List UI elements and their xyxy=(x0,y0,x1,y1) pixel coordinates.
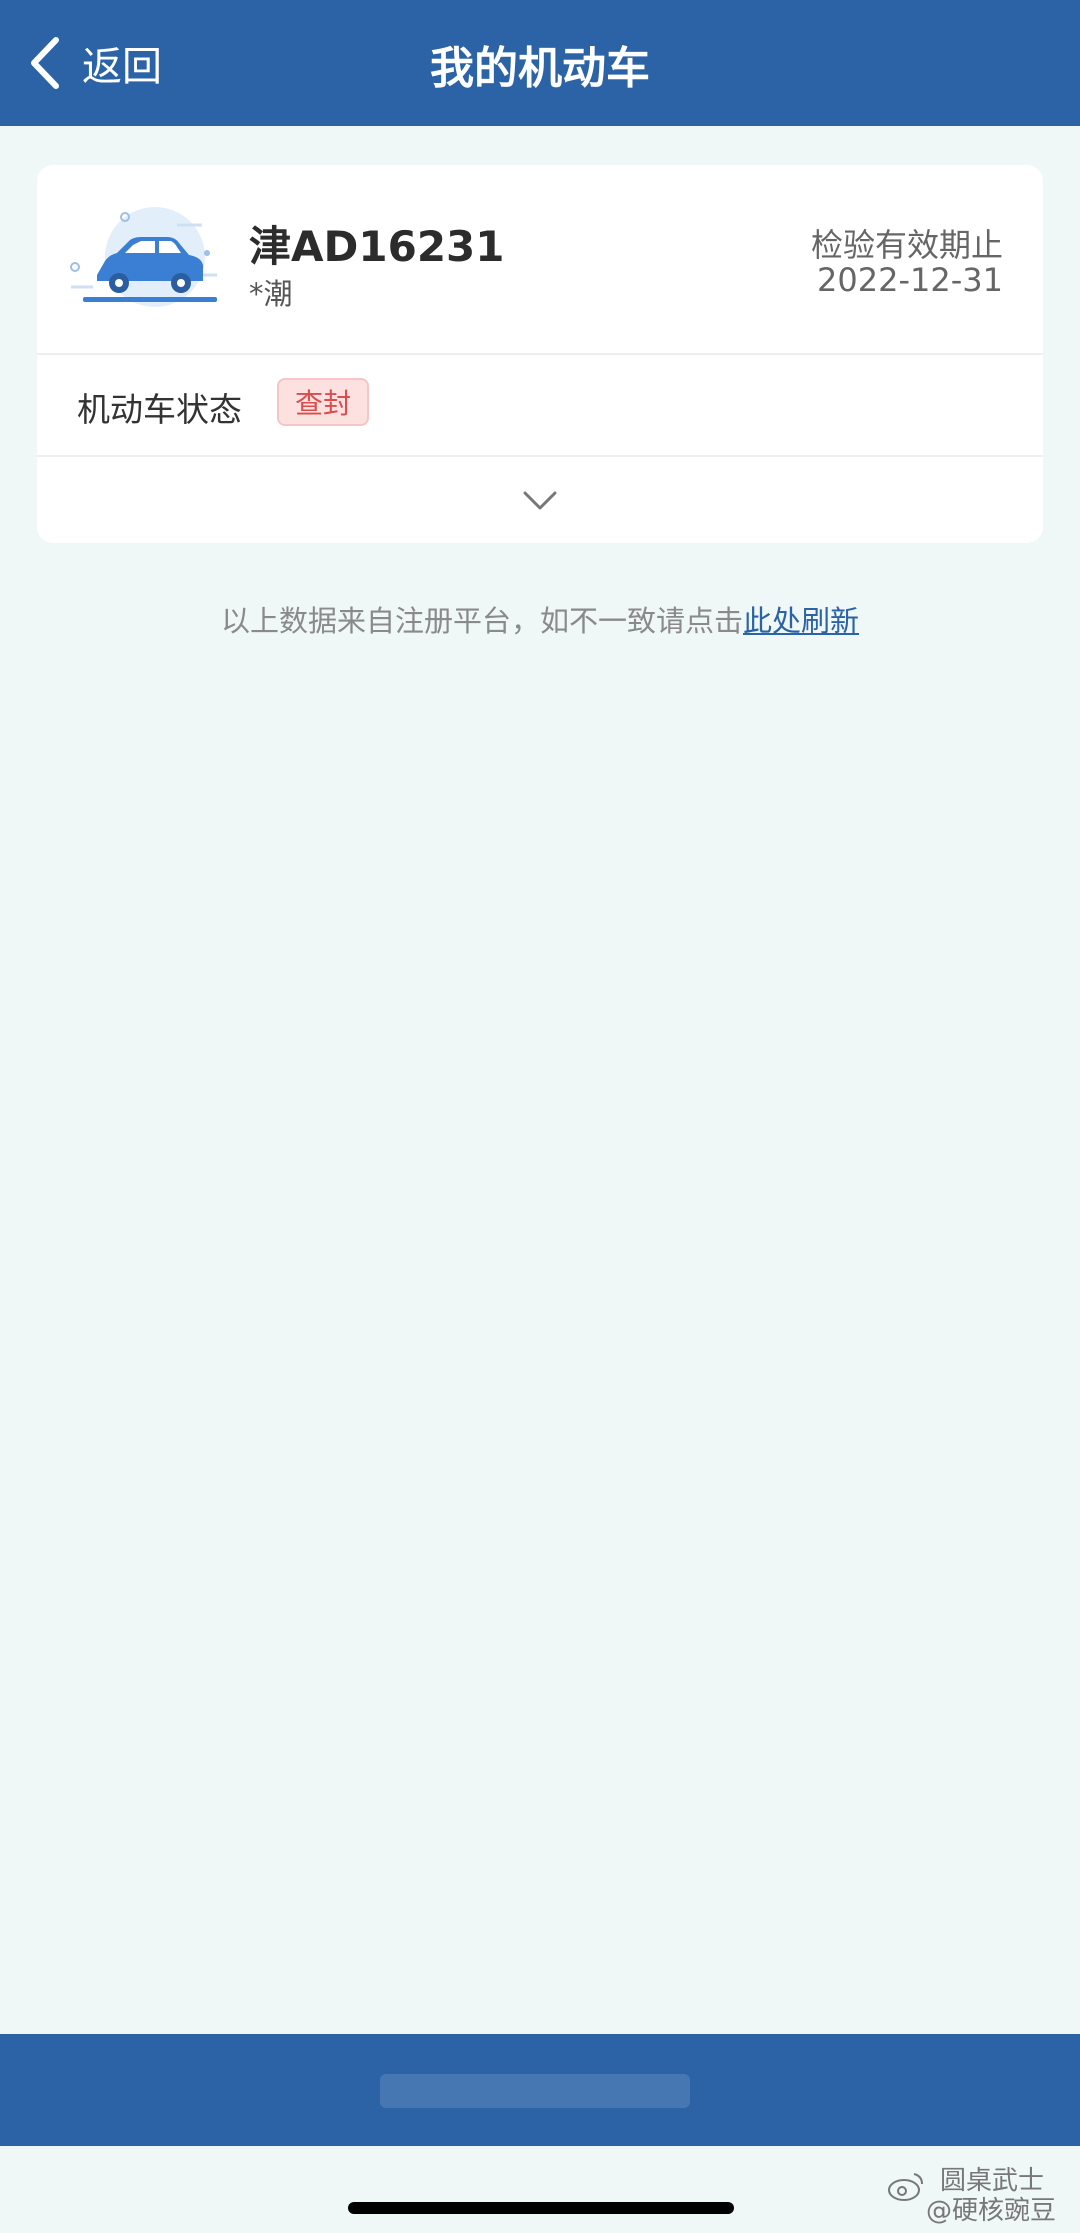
inspection-date: 2022-12-31 xyxy=(817,261,1003,299)
data-source-note: 以上数据来自注册平台，如不一致请点击此处刷新 xyxy=(0,598,1080,640)
status-badge: 查封 xyxy=(277,378,369,426)
watermark: 圆桌武士 @硬核豌豆 xyxy=(886,2166,1076,2226)
page-title: 我的机动车 xyxy=(430,43,650,94)
vehicle-card: 津AD16231 *潮 检验有效期止 2022-12-31 机动车状态 查封 xyxy=(37,165,1043,543)
card-divider xyxy=(37,455,1043,457)
inspection-label: 检验有效期止 xyxy=(810,226,1003,264)
owner-name: *潮 xyxy=(249,277,293,311)
back-label: 返回 xyxy=(82,44,162,90)
home-indicator xyxy=(348,2202,734,2214)
refresh-link[interactable]: 此处刷新 xyxy=(743,604,859,638)
blurred-content xyxy=(380,2074,690,2108)
back-button[interactable]: 返回 xyxy=(28,28,162,98)
card-divider xyxy=(37,353,1043,355)
expand-button[interactable] xyxy=(37,458,1043,543)
top-nav-bar: 我的机动车 返回 xyxy=(0,0,1080,126)
car-illustration xyxy=(70,207,217,307)
plate-number: 津AD16231 xyxy=(249,222,505,271)
chevron-left-icon xyxy=(31,37,59,89)
chevron-down-icon xyxy=(523,491,557,509)
vehicle-status-label: 机动车状态 xyxy=(77,390,242,429)
weibo-icon xyxy=(888,2173,923,2201)
bottom-bar xyxy=(0,2034,1080,2146)
note-text: 以上数据来自注册平台，如不一致请点击 xyxy=(220,604,743,638)
